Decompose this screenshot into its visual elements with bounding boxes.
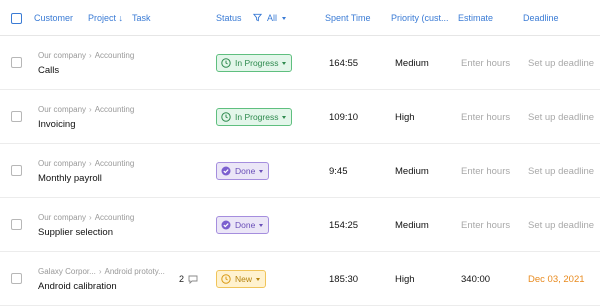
table-header: Customer Project ↓ Task Status All Spent…: [0, 0, 600, 36]
funnel-icon: [253, 13, 262, 22]
chevron-down-icon: [259, 169, 264, 173]
task-name[interactable]: Monthly payroll: [38, 173, 102, 184]
row-checkbox[interactable]: [11, 111, 22, 122]
chevron-down-icon: [259, 223, 264, 227]
priority[interactable]: High: [395, 112, 415, 123]
task-name[interactable]: Invoicing: [38, 119, 76, 130]
estimate-value[interactable]: 340:00: [461, 274, 490, 285]
spent-time: 9:45: [329, 166, 348, 177]
priority[interactable]: Medium: [395, 58, 429, 69]
breadcrumb: Our company › Accounting: [38, 51, 134, 60]
chevron-right-icon: ›: [89, 51, 92, 60]
column-project-label: Project: [88, 13, 117, 23]
clock-icon: [221, 112, 231, 122]
chevron-down-icon: [282, 115, 287, 119]
chevron-down-icon: [256, 277, 261, 281]
status-label: New: [235, 274, 253, 284]
priority[interactable]: Medium: [395, 220, 429, 231]
estimate-input[interactable]: Enter hours: [461, 58, 510, 69]
row-checkbox[interactable]: [11, 57, 22, 68]
customer-link[interactable]: Our company: [38, 51, 86, 60]
status-badge[interactable]: In Progress: [216, 108, 293, 126]
row-checkbox[interactable]: [11, 165, 22, 176]
task-name[interactable]: Calls: [38, 65, 59, 76]
breadcrumb: Our company › Accounting: [38, 159, 134, 168]
row-checkbox[interactable]: [11, 219, 22, 230]
comments-count: 2: [179, 274, 185, 284]
project-link[interactable]: Accounting: [95, 159, 135, 168]
spent-time: 185:30: [329, 274, 359, 285]
clock-icon: [221, 274, 231, 284]
sort-down-arrow-icon: ↓: [118, 13, 124, 23]
task-name[interactable]: Supplier selection: [38, 227, 113, 238]
status-label: Done: [235, 220, 256, 230]
deadline-input[interactable]: Set up deadline: [528, 58, 594, 69]
check-circle-icon: [221, 166, 231, 176]
spent-time: 109:10: [329, 112, 359, 123]
breadcrumb: Our company › Accounting: [38, 105, 134, 114]
estimate-input[interactable]: Enter hours: [461, 166, 510, 177]
deadline-value[interactable]: Dec 03, 2021: [528, 274, 585, 285]
status-badge[interactable]: Done: [216, 216, 270, 234]
column-spent-time[interactable]: Spent Time: [325, 13, 371, 23]
priority[interactable]: Medium: [395, 166, 429, 177]
select-all-checkbox[interactable]: [11, 13, 22, 24]
customer-link[interactable]: Our company: [38, 213, 86, 222]
priority[interactable]: High: [395, 274, 415, 285]
status-label: In Progress: [235, 112, 279, 122]
chevron-right-icon: ›: [89, 159, 92, 168]
project-link[interactable]: Android prototy...: [104, 267, 164, 276]
comment-icon: [188, 275, 197, 285]
estimate-input[interactable]: Enter hours: [461, 220, 510, 231]
deadline-input[interactable]: Set up deadline: [528, 112, 594, 123]
spent-time: 164:55: [329, 58, 359, 69]
breadcrumb: Galaxy Corpor... › Android prototy...: [38, 267, 165, 276]
project-link[interactable]: Accounting: [95, 105, 135, 114]
comments-indicator[interactable]: 2: [179, 274, 198, 285]
chevron-right-icon: ›: [98, 267, 102, 276]
project-link[interactable]: Accounting: [95, 213, 135, 222]
column-deadline[interactable]: Deadline: [523, 13, 559, 23]
project-link[interactable]: Accounting: [95, 51, 135, 60]
column-task[interactable]: Task: [132, 13, 151, 23]
customer-link[interactable]: Our company: [38, 159, 86, 168]
status-label: Done: [235, 166, 256, 176]
customer-link[interactable]: Our company: [38, 105, 86, 114]
chevron-right-icon: ›: [89, 105, 92, 114]
status-filter-value: All: [267, 13, 278, 23]
row-checkbox[interactable]: [11, 273, 22, 284]
column-customer[interactable]: Customer: [34, 13, 73, 23]
table-row[interactable]: Our company › Accounting Supplier selectio…: [0, 198, 600, 252]
deadline-input[interactable]: Set up deadline: [528, 166, 594, 177]
clock-icon: [221, 58, 231, 68]
deadline-input[interactable]: Set up deadline: [528, 220, 594, 231]
estimate-input[interactable]: Enter hours: [461, 112, 510, 123]
check-circle-icon: [221, 220, 231, 230]
chevron-right-icon: ›: [89, 213, 92, 222]
status-badge[interactable]: New: [216, 270, 267, 288]
table-row[interactable]: Our company › Accounting Monthly payroll D…: [0, 144, 600, 198]
status-label: In Progress: [235, 58, 279, 68]
status-badge[interactable]: Done: [216, 162, 270, 180]
spent-time: 154:25: [329, 220, 359, 231]
breadcrumb: Our company › Accounting: [38, 213, 134, 222]
table-row[interactable]: Our company › Accounting Calls In Progress…: [0, 36, 600, 90]
task-name[interactable]: Android calibration: [38, 281, 117, 292]
status-badge[interactable]: In Progress: [216, 54, 293, 72]
column-project[interactable]: Project ↓: [88, 13, 123, 23]
table-row[interactable]: Our company › Accounting Invoicing In Prog…: [0, 90, 600, 144]
column-priority[interactable]: Priority (cust...: [391, 13, 449, 23]
column-status[interactable]: Status: [216, 13, 242, 23]
table-row[interactable]: Galaxy Corpor... › Android prototy... Andr…: [0, 252, 600, 306]
customer-link[interactable]: Galaxy Corpor...: [38, 267, 96, 276]
column-estimate[interactable]: Estimate: [458, 13, 493, 23]
chevron-down-icon: [281, 17, 286, 20]
status-filter-dropdown[interactable]: All: [253, 13, 286, 23]
chevron-down-icon: [282, 61, 287, 65]
